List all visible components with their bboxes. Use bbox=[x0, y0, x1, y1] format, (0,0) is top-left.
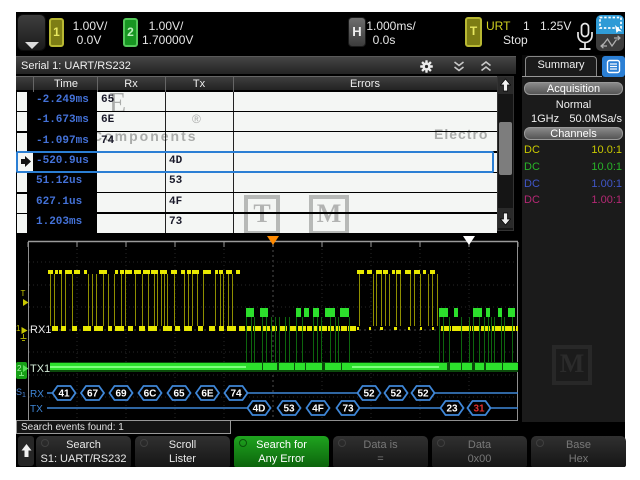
svg-text:S1: S1 bbox=[16, 387, 26, 399]
svg-text:67: 67 bbox=[87, 389, 99, 400]
svg-text:TX: TX bbox=[30, 404, 43, 415]
svg-text:41: 41 bbox=[58, 389, 70, 400]
svg-text:4F: 4F bbox=[312, 404, 324, 415]
svg-text:74: 74 bbox=[230, 389, 242, 400]
svg-text:69: 69 bbox=[115, 389, 127, 400]
svg-text:6C: 6C bbox=[144, 389, 157, 400]
svg-text:6E: 6E bbox=[201, 389, 214, 400]
svg-text:23: 23 bbox=[446, 404, 458, 415]
svg-text:65: 65 bbox=[173, 389, 185, 400]
svg-text:TX1: TX1 bbox=[30, 363, 50, 375]
svg-text:53: 53 bbox=[283, 404, 295, 415]
svg-text:31: 31 bbox=[473, 404, 485, 415]
svg-text:T: T bbox=[21, 289, 26, 298]
svg-text:RX1: RX1 bbox=[30, 324, 51, 336]
svg-text:52: 52 bbox=[390, 389, 402, 400]
svg-text:73: 73 bbox=[342, 404, 354, 415]
svg-text:2: 2 bbox=[17, 364, 22, 373]
svg-text:52: 52 bbox=[363, 389, 375, 400]
svg-text:1: 1 bbox=[16, 324, 21, 333]
svg-text:RX: RX bbox=[30, 389, 44, 400]
svg-text:52: 52 bbox=[417, 389, 429, 400]
svg-text:4D: 4D bbox=[253, 404, 266, 415]
